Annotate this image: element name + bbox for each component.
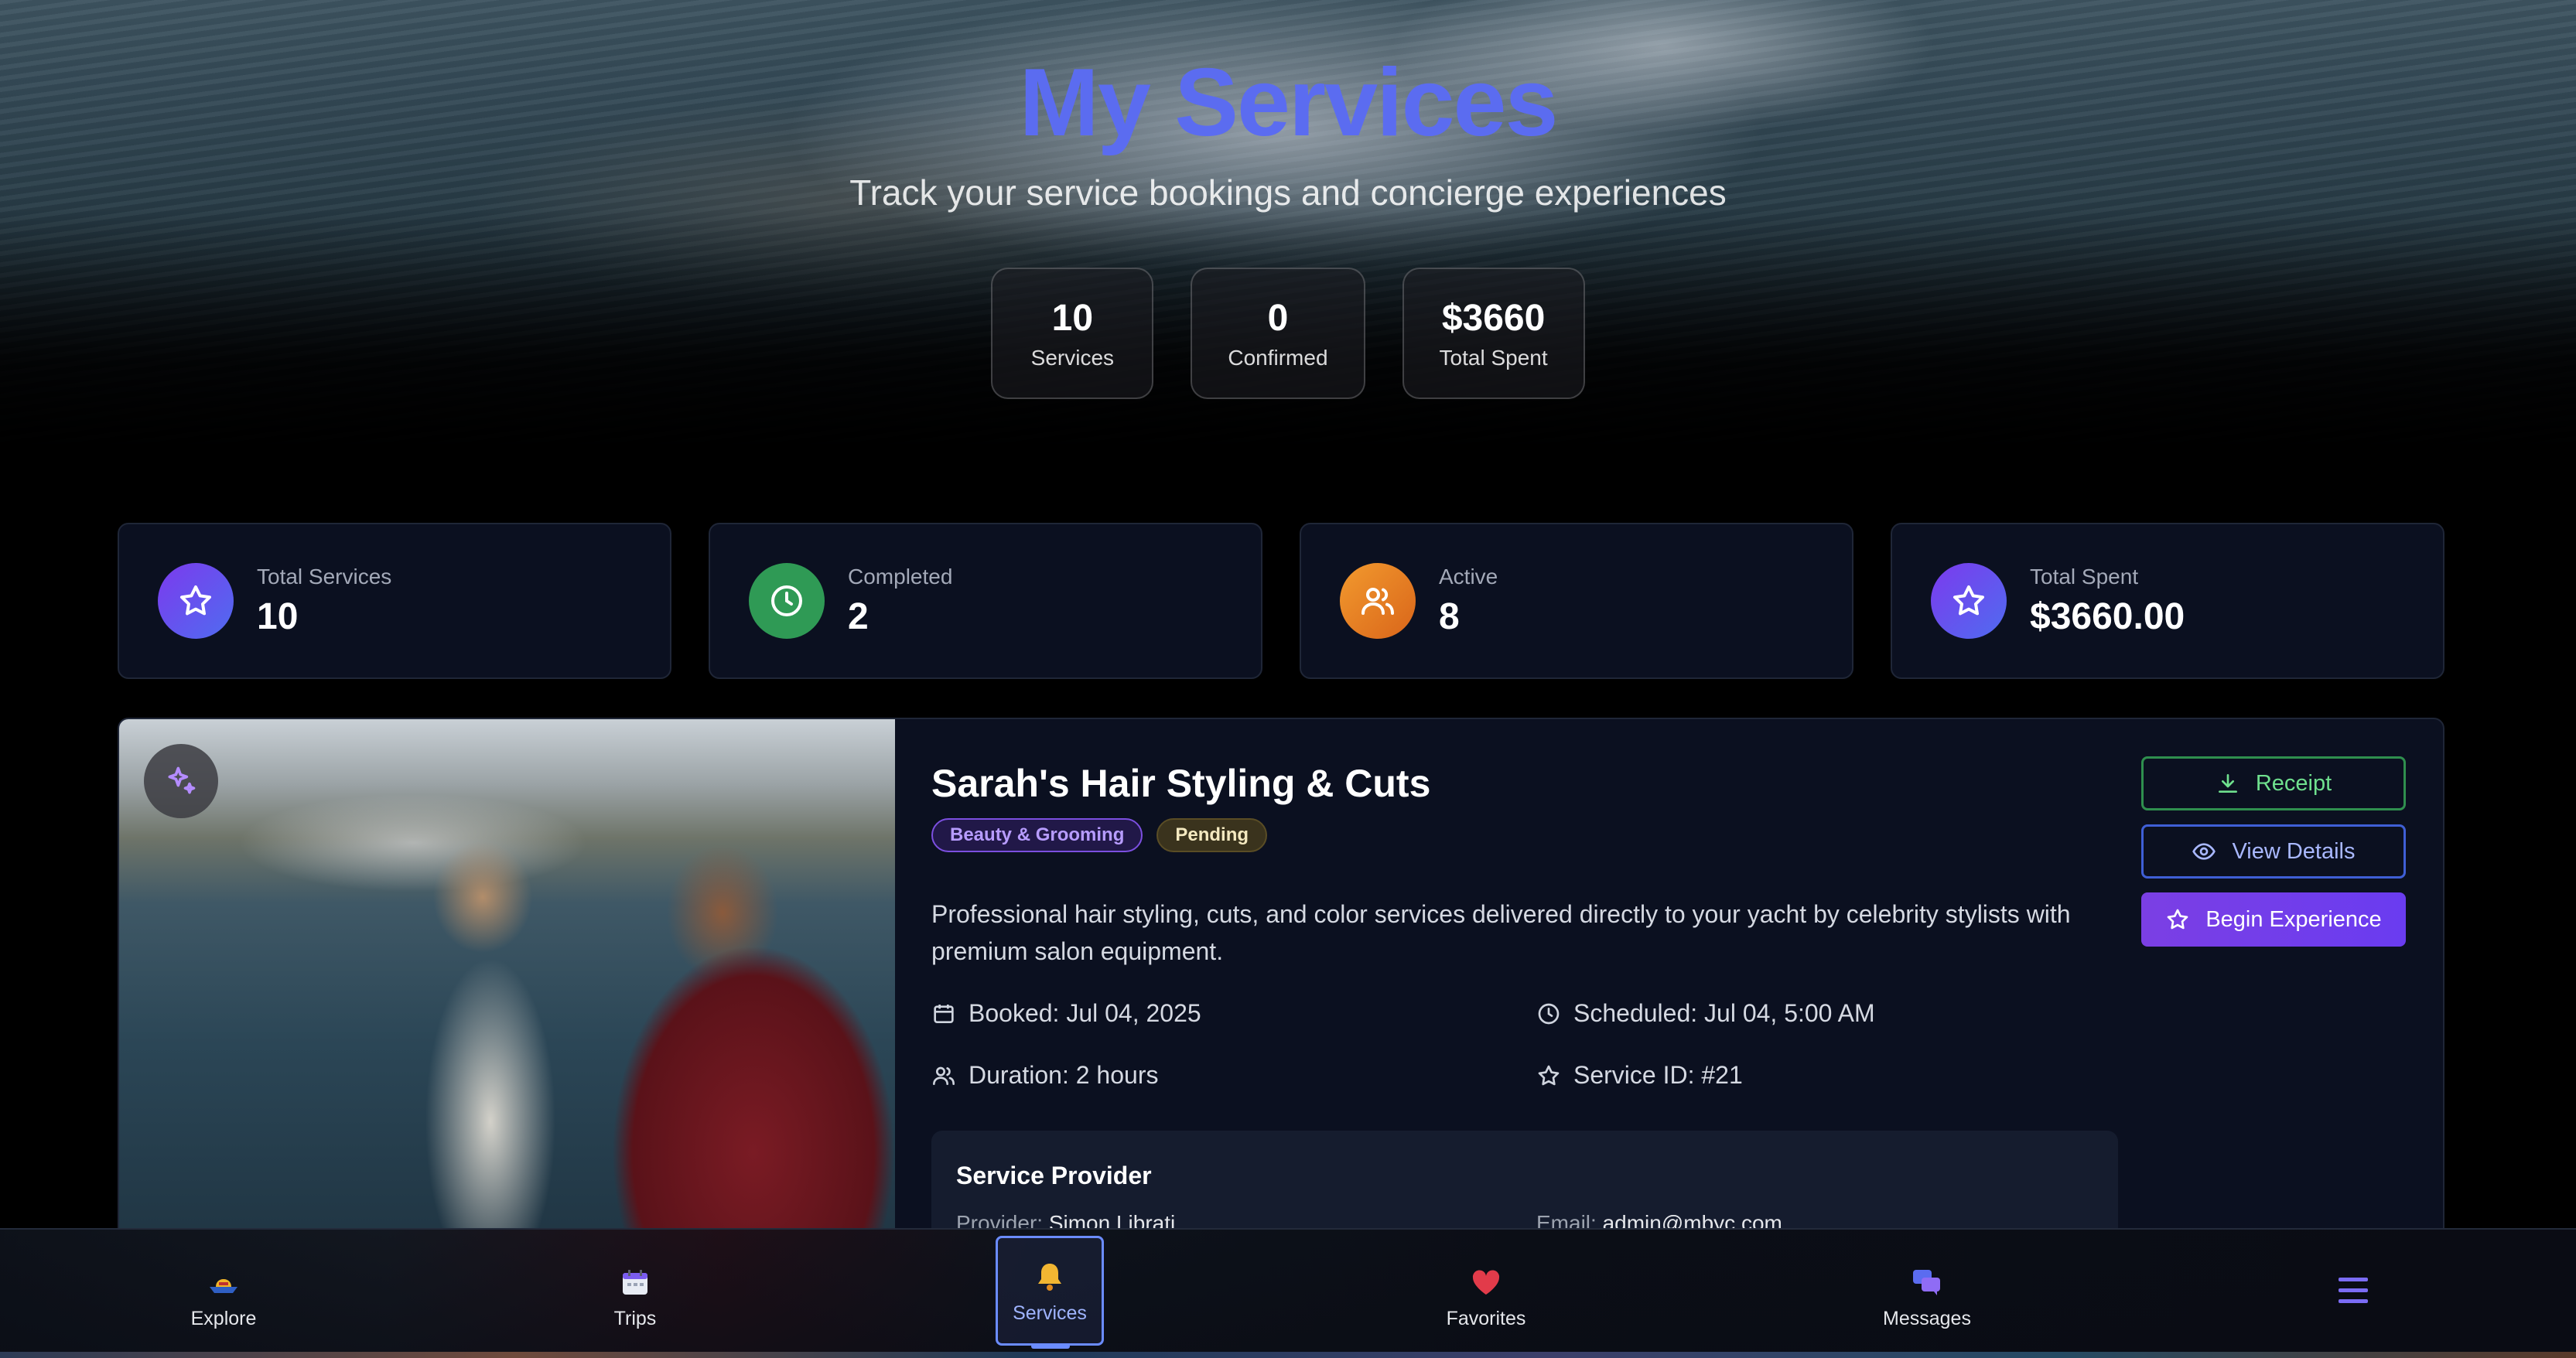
summary-value: $3660.00 [2030, 595, 2185, 637]
duration: Duration: 2 hours [931, 1061, 1158, 1090]
service-actions: Receipt View Details Begin Experience [2141, 756, 2406, 947]
eye-icon [2192, 843, 2216, 860]
bell-icon [1034, 1257, 1065, 1296]
summary-cards: Total Services 10 Completed 2 Active 8 T… [118, 523, 2444, 679]
service-card: Sarah's Hair Styling & Cuts Beauty & Gro… [118, 718, 2444, 1259]
star-icon [158, 563, 234, 639]
summary-card-completed: Completed 2 [709, 523, 1262, 679]
view-details-label: View Details [2232, 838, 2356, 864]
nav-messages[interactable]: Messages [1873, 1253, 1981, 1339]
summary-label: Completed [848, 564, 953, 589]
page-subtitle: Track your service bookings and concierg… [849, 172, 1727, 213]
hero-banner: My Services Track your service bookings … [0, 0, 2576, 464]
bottom-navigation [0, 1228, 2576, 1358]
summary-value: 8 [1439, 595, 1460, 637]
service-title: Sarah's Hair Styling & Cuts [931, 762, 1431, 805]
hero-stat-label: Services [1030, 345, 1115, 370]
hero-stat-value: $3660 [1441, 297, 1546, 339]
heart-icon [1471, 1263, 1502, 1302]
nav-trips[interactable]: Trips [581, 1253, 689, 1339]
service-tags: Beauty & Grooming Pending [931, 818, 1268, 852]
receipt-button[interactable]: Receipt [2141, 756, 2406, 810]
nav-label: Explore [190, 1307, 257, 1329]
summary-card-total-services: Total Services 10 [118, 523, 671, 679]
hero-stat-services: 10 Services [991, 268, 1154, 399]
scheduled-time: Scheduled: Jul 04, 5:00 AM [1536, 999, 1875, 1028]
provider-heading: Service Provider [956, 1162, 1152, 1189]
clock-icon [1538, 1003, 1560, 1024]
hero-stat-confirmed: 0 Confirmed [1191, 268, 1365, 399]
star-icon [2167, 909, 2188, 930]
hero-stat-value: 0 [1267, 297, 1289, 339]
summary-label: Active [1439, 564, 1498, 589]
nav-explore[interactable]: Explore [169, 1253, 278, 1339]
download-icon [2218, 774, 2237, 793]
nav-label: Services [1013, 1302, 1087, 1324]
hero-stats: 10 Services 0 Confirmed $3660 Total Spen… [0, 268, 2576, 399]
summary-label: Total Spent [2030, 564, 2139, 589]
summary-card-total-spent: Total Spent $3660.00 [1891, 523, 2444, 679]
yacht-icon [205, 1263, 242, 1302]
clock-icon [749, 563, 825, 639]
category-badge: Beauty & Grooming [931, 818, 1143, 852]
begin-experience-label: Begin Experience [2205, 906, 2382, 932]
summary-card-active: Active 8 [1300, 523, 1853, 679]
scheduled-time-text: Scheduled: Jul 04, 5:00 AM [1573, 999, 1875, 1027]
status-badge: Pending [1156, 818, 1268, 852]
duration-text: Duration: 2 hours [969, 1061, 1159, 1089]
nav-services[interactable]: Services [996, 1236, 1104, 1346]
booked-date: Booked: Jul 04, 2025 [931, 999, 1201, 1028]
chat-icon [1911, 1263, 1943, 1302]
begin-experience-button[interactable]: Begin Experience [2141, 892, 2406, 947]
booked-date-text: Booked: Jul 04, 2025 [969, 999, 1201, 1027]
star-icon [1538, 1065, 1560, 1085]
hero-stat-label: Total Spent [1439, 345, 1548, 370]
view-details-button[interactable]: View Details [2141, 824, 2406, 879]
nav-label: Favorites [1446, 1307, 1526, 1329]
summary-value: 10 [257, 595, 299, 637]
users-icon [933, 1066, 955, 1085]
calendar-icon [620, 1263, 651, 1302]
users-icon [1340, 563, 1416, 639]
sparkle-icon[interactable] [144, 744, 218, 818]
summary-value: 2 [848, 595, 869, 637]
service-id-text: Service ID: #21 [1573, 1061, 1743, 1089]
receipt-label: Receipt [2255, 770, 2332, 796]
nav-label: Messages [1883, 1307, 1971, 1329]
nav-label: Trips [613, 1307, 657, 1329]
service-description: Professional hair styling, cuts, and col… [931, 900, 2071, 965]
service-id: Service ID: #21 [1536, 1061, 1743, 1090]
service-image [119, 719, 895, 1257]
active-indicator [1031, 1344, 1070, 1349]
page-title: My Services [1019, 49, 1559, 156]
hero-stat-label: Confirmed [1228, 345, 1328, 370]
calendar-icon [934, 1004, 954, 1023]
star-icon [1931, 563, 2007, 639]
hero-stat-value: 10 [1051, 297, 1094, 339]
hamburger-icon[interactable] [2330, 1268, 2376, 1312]
summary-label: Total Services [257, 564, 392, 589]
nav-favorites[interactable]: Favorites [1432, 1253, 1540, 1339]
hero-stat-total-spent: $3660 Total Spent [1402, 268, 1585, 399]
